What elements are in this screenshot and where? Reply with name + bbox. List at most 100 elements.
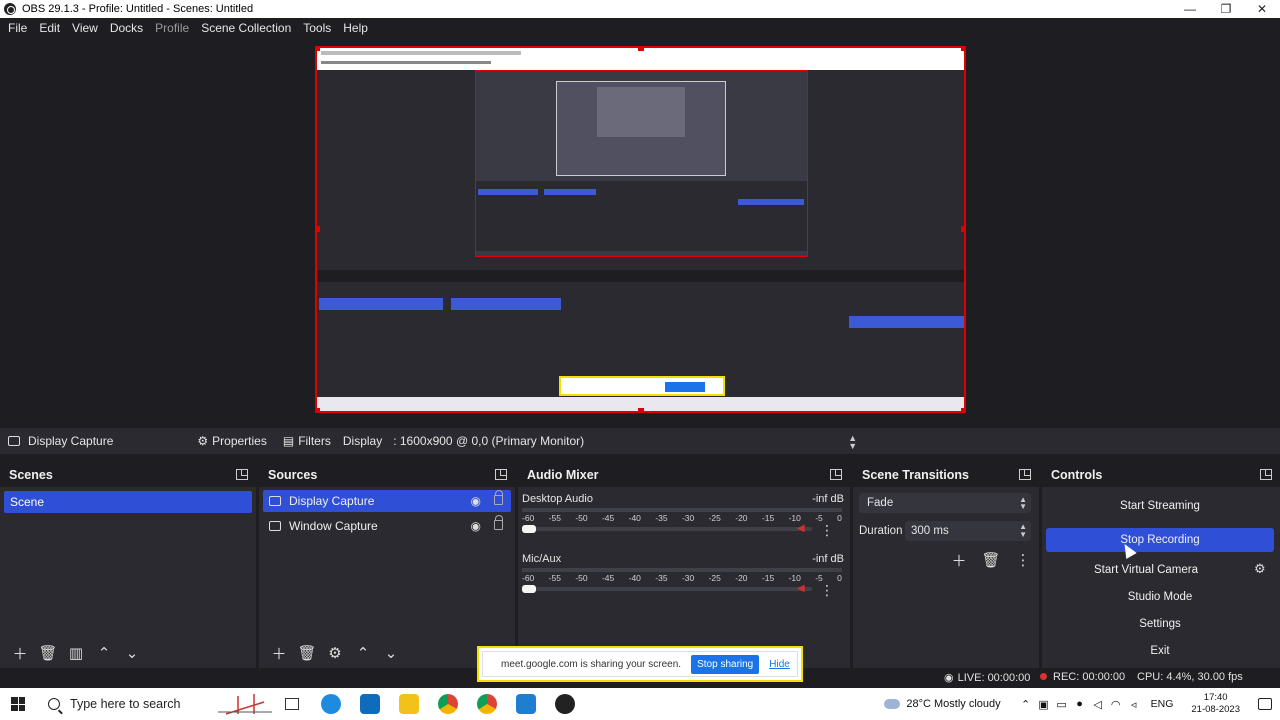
volume-slider[interactable]: [522, 585, 812, 593]
menu-docks[interactable]: Docks: [104, 21, 149, 35]
hide-link[interactable]: Hide: [769, 659, 790, 670]
scene-item[interactable]: Scene: [4, 491, 252, 513]
transition-select[interactable]: Fade ▲ ▼: [859, 493, 1031, 513]
taskbar-search[interactable]: Type here to search: [36, 688, 272, 720]
trash-icon[interactable]: 🗑: [293, 642, 321, 664]
undock-icon[interactable]: [1019, 469, 1031, 480]
menu-tools[interactable]: Tools: [297, 21, 337, 35]
eye-icon[interactable]: ◉: [471, 494, 481, 508]
display-select[interactable]: : 1600x900 @ 0,0 (Primary Monitor) ▲ ▼: [392, 431, 863, 451]
minimize-icon[interactable]: —: [1172, 0, 1208, 18]
obs-icon[interactable]: [545, 688, 584, 720]
audio-mixer-title: Audio Mixer: [518, 463, 850, 487]
menu-help[interactable]: Help: [337, 21, 374, 35]
spin-arrows-icon[interactable]: ▲ ▼: [1019, 523, 1027, 539]
source-item[interactable]: Window Capture ◉: [263, 515, 511, 537]
screen-share-banner: meet.google.com is sharing your screen. …: [477, 646, 803, 682]
menu-scene-collection[interactable]: Scene Collection: [195, 21, 297, 35]
undock-icon[interactable]: [236, 469, 248, 480]
microphone-icon[interactable]: ●: [1071, 698, 1089, 710]
start-virtual-camera-button[interactable]: Start Virtual Camera: [1046, 558, 1246, 582]
stop-recording-button[interactable]: Stop Recording: [1046, 528, 1274, 552]
file-explorer-icon[interactable]: [389, 688, 428, 720]
eye-icon[interactable]: ◉: [471, 519, 481, 533]
selected-source: Display Capture: [0, 434, 121, 448]
start-streaming-button[interactable]: Start Streaming: [1046, 494, 1274, 518]
volume-icon[interactable]: ◃: [1125, 698, 1143, 711]
speaker-muted-icon[interactable]: ◀: [797, 523, 807, 534]
slider-handle[interactable]: [522, 585, 536, 593]
window-icon: [269, 521, 281, 531]
gear-icon[interactable]: ⚙: [321, 642, 349, 664]
vscode-icon[interactable]: [506, 688, 545, 720]
audio-mixer-title-label: Audio Mixer: [527, 468, 599, 482]
settings-button[interactable]: Settings: [1046, 612, 1274, 636]
slider-handle[interactable]: [522, 525, 536, 533]
volume-slider[interactable]: [522, 525, 812, 533]
sources-title: Sources: [259, 463, 515, 487]
trash-icon[interactable]: 🗑: [977, 549, 1005, 571]
edge-icon[interactable]: [311, 688, 350, 720]
close-icon[interactable]: ✕: [1244, 0, 1280, 18]
scene-transitions-title-label: Scene Transitions: [862, 468, 969, 482]
gear-icon[interactable]: ⚙: [1254, 561, 1266, 577]
kebab-menu-icon[interactable]: ⋮: [1009, 549, 1037, 571]
chevron-updown-icon: ▲ ▼: [848, 433, 858, 451]
sources-dock: Sources Display Capture ◉ Window Capture…: [259, 463, 515, 668]
duration-spinbox[interactable]: 300 ms ▲ ▼: [905, 521, 1031, 541]
chevron-down-icon[interactable]: ⌄: [118, 642, 146, 664]
menu-edit[interactable]: Edit: [33, 21, 66, 35]
kebab-menu-icon[interactable]: ⋮: [820, 582, 834, 599]
add-icon[interactable]: ＋: [265, 642, 293, 664]
audio-mixer-dock: Audio Mixer Desktop Audio -inf dB -60 -55…: [518, 463, 850, 668]
lock-icon[interactable]: [494, 515, 503, 530]
menu-file[interactable]: File: [2, 21, 33, 35]
menu-profile[interactable]: Profile: [149, 21, 195, 35]
battery-icon[interactable]: ▭: [1053, 698, 1071, 711]
nested-obs-titlebar: [317, 48, 964, 70]
search-icon: [48, 698, 60, 710]
system-tray: 28°C Mostly cloudy ⌃ ▣ ▭ ● ◁ ◠ ◃ ENG 17:…: [884, 688, 1280, 720]
chevron-up-icon[interactable]: ⌃: [1017, 698, 1035, 711]
notification-icon[interactable]: [1250, 698, 1280, 710]
preview-area: [0, 38, 1280, 428]
start-button[interactable]: [0, 688, 36, 720]
wifi-icon[interactable]: ◠: [1107, 698, 1125, 711]
mail-icon[interactable]: [350, 688, 389, 720]
chrome-icon[interactable]: [467, 688, 506, 720]
webcam-icon[interactable]: ▣: [1035, 698, 1053, 711]
chevron-up-icon[interactable]: ⌃: [90, 642, 118, 664]
mic-muted-icon[interactable]: ◀: [797, 583, 807, 594]
cpu-status: CPU: 4.4%, 30.00 fps: [1137, 671, 1243, 683]
chrome-icon[interactable]: [428, 688, 467, 720]
channel-db: -inf dB: [812, 493, 844, 505]
stop-sharing-button[interactable]: Stop sharing: [691, 654, 760, 674]
kebab-menu-icon[interactable]: ⋮: [820, 522, 834, 539]
add-icon[interactable]: ＋: [6, 642, 34, 664]
chevron-up-icon[interactable]: ⌃: [349, 642, 377, 664]
menu-view[interactable]: View: [66, 21, 104, 35]
studio-mode-button[interactable]: Studio Mode: [1046, 585, 1274, 609]
language-indicator[interactable]: ENG: [1151, 698, 1174, 710]
properties-button[interactable]: ⚙ Properties: [189, 434, 274, 448]
undock-icon[interactable]: [495, 469, 507, 480]
duration-value: 300 ms: [911, 525, 949, 537]
lock-icon[interactable]: [494, 490, 503, 505]
filter-icon: ▤: [282, 434, 295, 448]
exit-button[interactable]: Exit: [1046, 639, 1274, 663]
chevron-down-icon[interactable]: ⌄: [377, 642, 405, 664]
restore-icon[interactable]: ❐: [1208, 0, 1244, 18]
speaker-icon[interactable]: ◁: [1089, 698, 1107, 711]
task-view-icon[interactable]: [272, 688, 311, 720]
weather-widget[interactable]: 28°C Mostly cloudy: [884, 698, 1001, 710]
menu-bar: File Edit View Docks Profile Scene Colle…: [0, 18, 1280, 38]
source-item[interactable]: Display Capture ◉: [263, 490, 511, 512]
filter-icon[interactable]: ▥: [62, 642, 90, 664]
preview-canvas[interactable]: [315, 46, 966, 413]
clock[interactable]: 17:40 21-08-2023: [1191, 692, 1240, 716]
search-placeholder: Type here to search: [70, 697, 181, 711]
add-icon[interactable]: ＋: [945, 549, 973, 571]
undock-icon[interactable]: [830, 469, 842, 480]
filters-button[interactable]: ▤ Filters: [275, 434, 339, 448]
trash-icon[interactable]: 🗑: [34, 642, 62, 664]
